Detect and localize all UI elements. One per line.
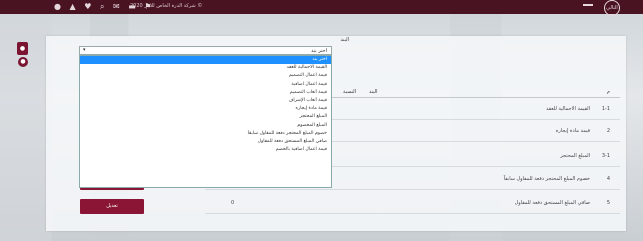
- dropdown-option[interactable]: قيمة اعمال اضافية: [80, 81, 331, 89]
- dropdown-option[interactable]: قيمة اعمال التصميم: [80, 72, 331, 80]
- row-number: 5: [606, 200, 610, 206]
- row-value: 0: [231, 200, 235, 206]
- info-icon[interactable]: ●: [18, 57, 28, 67]
- row-number: 1-1: [601, 106, 610, 112]
- dropdown-option[interactable]: خصوم المبلغ المحتجز دفعة للمقاول سابقاً: [80, 130, 331, 138]
- dropdown-option[interactable]: المبلغ المخصوم: [80, 122, 331, 130]
- top-navigation-bar: ● ▲ ♥ ⌕ ✉ ▬ ⚑ شركة الدرة الخاص للاجر 202…: [0, 0, 643, 16]
- row-item-name: المبلغ المحتجز: [560, 153, 590, 159]
- home-icon[interactable]: ▲: [70, 2, 79, 11]
- dropdown-option[interactable]: القيمة الاجمالية للعقد: [80, 64, 331, 72]
- dropdown-option[interactable]: صافي المبلغ المستحق دفعة للمقاول: [80, 138, 331, 146]
- user-icon[interactable]: ●: [54, 2, 64, 11]
- dropdown-option[interactable]: اختر بند: [80, 56, 331, 65]
- row-item-name: صافي المبلغ المستحق دفعة للمقاول: [514, 200, 590, 206]
- mail-icon[interactable]: ✉: [113, 2, 123, 11]
- item-select-value: اختر بند: [311, 48, 327, 54]
- heart-icon[interactable]: ♥: [84, 2, 94, 11]
- row-number: 2: [606, 128, 610, 134]
- edit-button[interactable]: تعديل: [80, 199, 144, 214]
- chat-icon[interactable]: ●: [17, 42, 28, 55]
- column-header-index: م: [606, 89, 610, 95]
- item-field-label: البند: [340, 37, 349, 43]
- row-item-name: خصوم المبلغ المحتجز دفعة للمقاول سابقاً: [503, 176, 590, 182]
- row-number: 3-1: [601, 153, 610, 159]
- dropdown-option[interactable]: قيمة أتعاب التصميم: [80, 89, 331, 97]
- table-row: 5 صافي المبلغ المستحق دفعة للمقاول 0: [205, 192, 620, 214]
- dropdown-option[interactable]: المبلغ المحتجز: [80, 113, 331, 121]
- row-item-name: قيمة مادة إيجاره: [555, 128, 590, 134]
- dropdown-option[interactable]: قيمة مادة إيجاره: [80, 105, 331, 113]
- dropdown-option[interactable]: قيمة أتعاب الإشراف: [80, 97, 331, 105]
- company-brand: شركة الدرة الخاص للاجر 2020 ©: [130, 3, 203, 9]
- chevron-down-icon: ▾: [83, 47, 86, 53]
- company-logo: التالي: [604, 0, 620, 16]
- item-dropdown-list: اختر بند القيمة الاجمالية للعقد قيمة اعم…: [79, 55, 332, 188]
- column-header-item: البند: [369, 89, 378, 95]
- menu-icon[interactable]: [583, 4, 593, 6]
- search-icon[interactable]: ⌕: [100, 2, 107, 11]
- row-number: 4: [606, 176, 610, 182]
- dropdown-option[interactable]: قيمة اعمال اضافية بالخصم: [80, 146, 331, 154]
- item-select[interactable]: ▾ اختر بند: [79, 46, 332, 55]
- row-item-name: القيمة الاجمالية للعقد: [546, 106, 590, 112]
- column-header-percent: النسبة: [343, 89, 357, 95]
